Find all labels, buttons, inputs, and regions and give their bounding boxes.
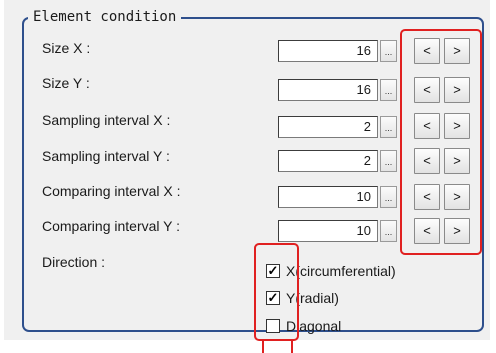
size-x-label: Size X : [42, 40, 91, 56]
checkboxes-highlight [254, 243, 299, 341]
comparing-interval-x-input[interactable]: 10 [278, 186, 378, 208]
checkbox-x-label: X(circumferential) [286, 263, 396, 279]
size-y-input[interactable]: 16 [278, 79, 378, 101]
sampling-interval-x-input[interactable]: 2 [278, 116, 378, 138]
comparing-interval-x-label: Comparing interval X : [42, 183, 181, 199]
size-x-ellipsis-button[interactable]: ... [380, 40, 397, 62]
callout-line-left [262, 341, 264, 353]
size-y-label: Size Y : [42, 75, 90, 91]
group-title: Element condition [28, 9, 182, 25]
arrow-buttons-highlight [400, 29, 482, 255]
sampling-interval-x-label: Sampling interval X : [42, 112, 171, 128]
sampling-interval-y-input[interactable]: 2 [278, 150, 378, 172]
comparing-interval-x-ellipsis-button[interactable]: ... [380, 186, 397, 208]
size-x-input[interactable]: 16 [278, 40, 378, 62]
comparing-interval-y-input[interactable]: 10 [278, 220, 378, 242]
comparing-interval-y-label: Comparing interval Y : [42, 218, 180, 234]
direction-label: Direction : [42, 254, 106, 270]
callout-line-right [291, 341, 293, 353]
sampling-interval-x-ellipsis-button[interactable]: ... [380, 116, 397, 138]
sampling-interval-y-ellipsis-button[interactable]: ... [380, 150, 397, 172]
sampling-interval-y-label: Sampling interval Y : [42, 148, 170, 164]
comparing-interval-y-ellipsis-button[interactable]: ... [380, 220, 397, 242]
size-y-ellipsis-button[interactable]: ... [380, 79, 397, 101]
